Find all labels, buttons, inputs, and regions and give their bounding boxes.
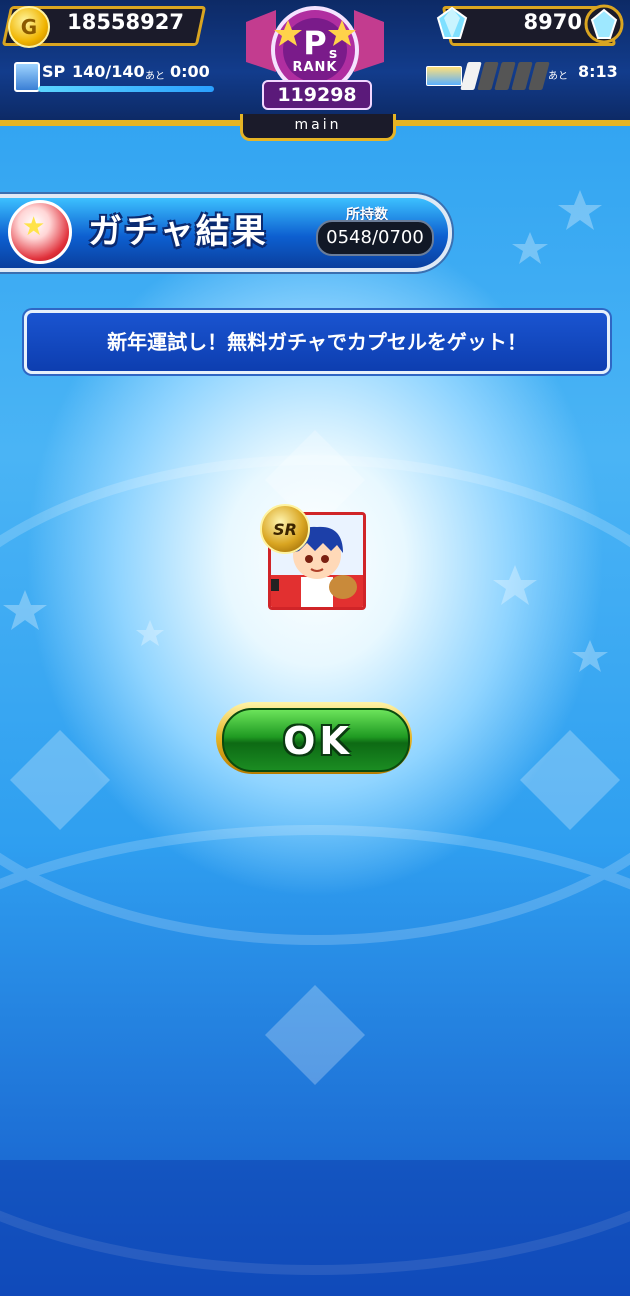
sp-recovery-time: 0:00: [170, 62, 210, 81]
ok-button-face: OK: [222, 708, 410, 772]
sp-remaining-label: あと: [145, 71, 165, 82]
ok-button-label: OK: [283, 719, 353, 763]
sp-label: SP: [42, 62, 66, 81]
star-icon: ★: [22, 212, 46, 242]
sp-meter: SP 140/140 あと 0:00: [10, 58, 214, 94]
page-title: ガチャ結果: [88, 212, 268, 252]
gacha-message-banner: 新年運試し！無料ガチャでカプセルをゲット！: [24, 310, 610, 374]
rank-value: 119298: [262, 80, 372, 110]
mode-tab-main[interactable]: main: [240, 114, 396, 141]
gem-icon: [436, 6, 468, 39]
stamina-remaining-label: あと: [548, 71, 568, 82]
rank-label: RANK: [292, 60, 338, 75]
add-gem-button[interactable]: [584, 4, 624, 44]
ticket-icon: [426, 66, 462, 86]
top-status-bar: G 18558927 SP 140/140 あと 0:00 P s RANK 1…: [0, 0, 630, 126]
stamina-segments: [460, 62, 550, 90]
coin-icon: G: [8, 6, 50, 48]
sp-progress-bar: [38, 86, 214, 92]
svg-text:P: P: [303, 24, 326, 62]
coin-count: 18558927: [67, 10, 184, 34]
ok-button[interactable]: OK: [216, 702, 412, 774]
rarity-sr-badge: SR: [260, 504, 310, 554]
sp-progress-fill: [38, 86, 214, 92]
stamina-recovery-time: 8:13: [578, 62, 618, 81]
owned-count-value: 0548/0700: [316, 220, 434, 256]
gem-count: 8970: [523, 10, 582, 34]
sp-card-icon: [14, 62, 40, 92]
stamina-meter: あと 8:13: [420, 58, 624, 94]
sp-value: 140/140: [72, 62, 145, 81]
